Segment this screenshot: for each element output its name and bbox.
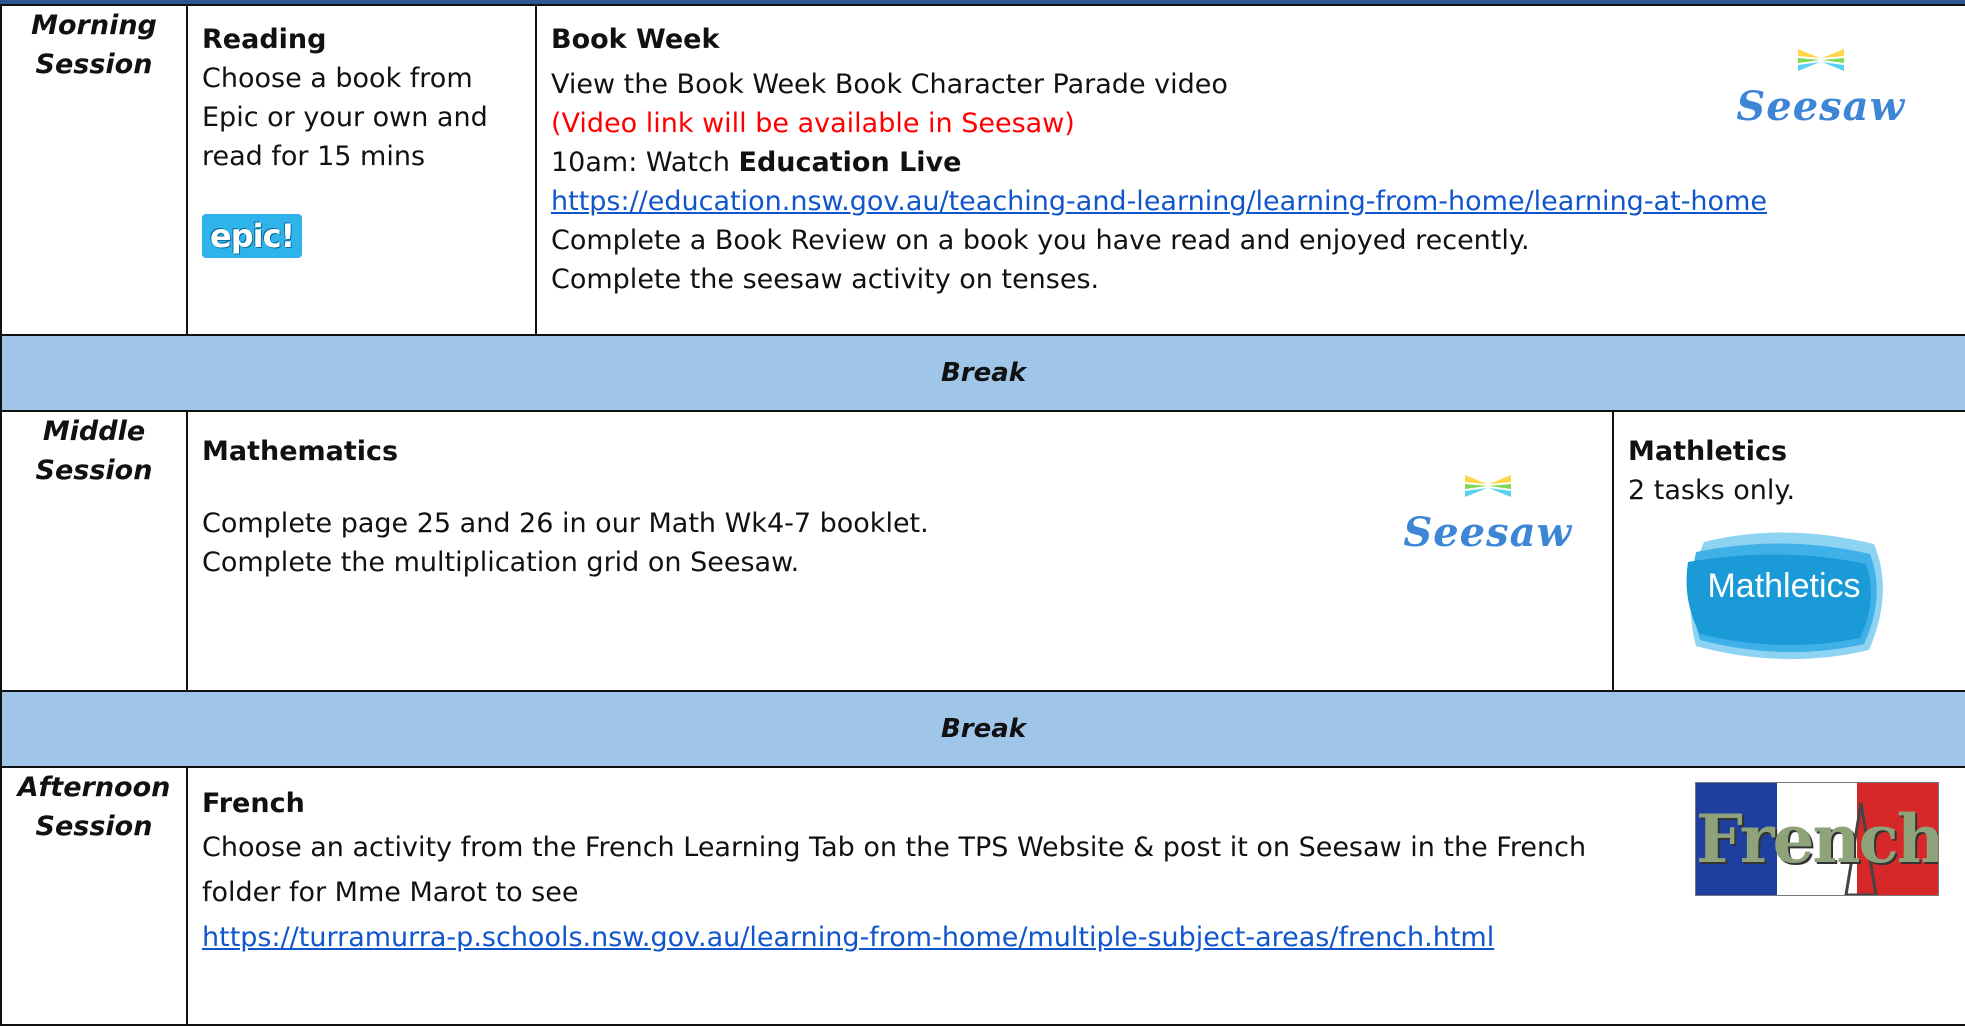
mathletics-title: Mathletics: [1628, 436, 1788, 467]
reading-line-2: Epic or your own and: [202, 102, 488, 133]
break-row-2: Break: [0, 690, 1965, 768]
multiplication-grid-line: Complete the multiplication grid on Sees…: [202, 547, 800, 578]
seesaw-bowtie-icon: [1464, 475, 1511, 497]
book-week-cell: Book Week View the Book Week Book Charac…: [534, 4, 1965, 336]
break-cell-1: Break: [0, 334, 1965, 412]
book-review-line: Complete a Book Review on a book you hav…: [551, 225, 1530, 256]
break-cell-2: Break: [0, 690, 1965, 768]
french-title: French: [202, 788, 305, 819]
middle-session-label: Middle Session: [0, 410, 188, 692]
mathletics-logo: Mathletics: [1674, 522, 1894, 672]
timetable-page: Morning Session Reading Choose a book fr…: [0, 0, 1965, 1026]
reading-title: Reading: [202, 24, 327, 55]
morning-session-label: Morning Session: [0, 4, 188, 336]
reading-line-3: read for 15 mins: [202, 141, 426, 172]
french-logo: French: [1695, 782, 1940, 896]
mathematics-title: Mathematics: [202, 436, 399, 467]
french-activity-line-2: folder for Mme Marot to see: [202, 877, 579, 908]
education-live-link[interactable]: https://education.nsw.gov.au/teaching-an…: [551, 182, 1951, 221]
french-website-link[interactable]: https://turramurra-p.schools.nsw.gov.au/…: [202, 915, 1951, 960]
reading-cell: Reading Choose a book from Epic or your …: [186, 4, 537, 336]
french-cell: French Choose an activity from the Frenc…: [185, 766, 1965, 1026]
mathletics-cell: Mathletics 2 tasks only. Mathletics: [1611, 410, 1965, 692]
seesaw-logo-morning: Seesaw: [1736, 46, 1905, 129]
reading-line-1: Choose a book from: [202, 63, 473, 94]
mathletics-tasks-line: 2 tasks only.: [1628, 475, 1796, 506]
middle-row: Middle Session Mathematics Complete page…: [0, 410, 1965, 692]
mathematics-cell: Mathematics Complete page 25 and 26 in o…: [186, 410, 1614, 692]
education-live-line: 10am: Watch Education Live: [551, 147, 962, 178]
math-booklet-line: Complete page 25 and 26 in our Math Wk4-…: [202, 508, 929, 539]
afternoon-row: Afternoon Session French Choose an activ…: [0, 766, 1965, 1026]
afternoon-session-label: Afternoon Session: [0, 766, 188, 1026]
seesaw-logo-middle: Seesaw: [1403, 472, 1572, 555]
seesaw-bowtie-icon: [1797, 49, 1844, 71]
tenses-line: Complete the seesaw activity on tenses.: [551, 264, 1100, 295]
daily-schedule-table: Morning Session Reading Choose a book fr…: [0, 4, 1965, 1026]
epic-logo: epic!: [202, 214, 303, 258]
french-activity-line-1: Choose an activity from the French Learn…: [202, 832, 1587, 863]
morning-row: Morning Session Reading Choose a book fr…: [0, 4, 1965, 336]
education-live-label: Education Live: [738, 147, 962, 178]
break-row-1: Break: [0, 334, 1965, 412]
